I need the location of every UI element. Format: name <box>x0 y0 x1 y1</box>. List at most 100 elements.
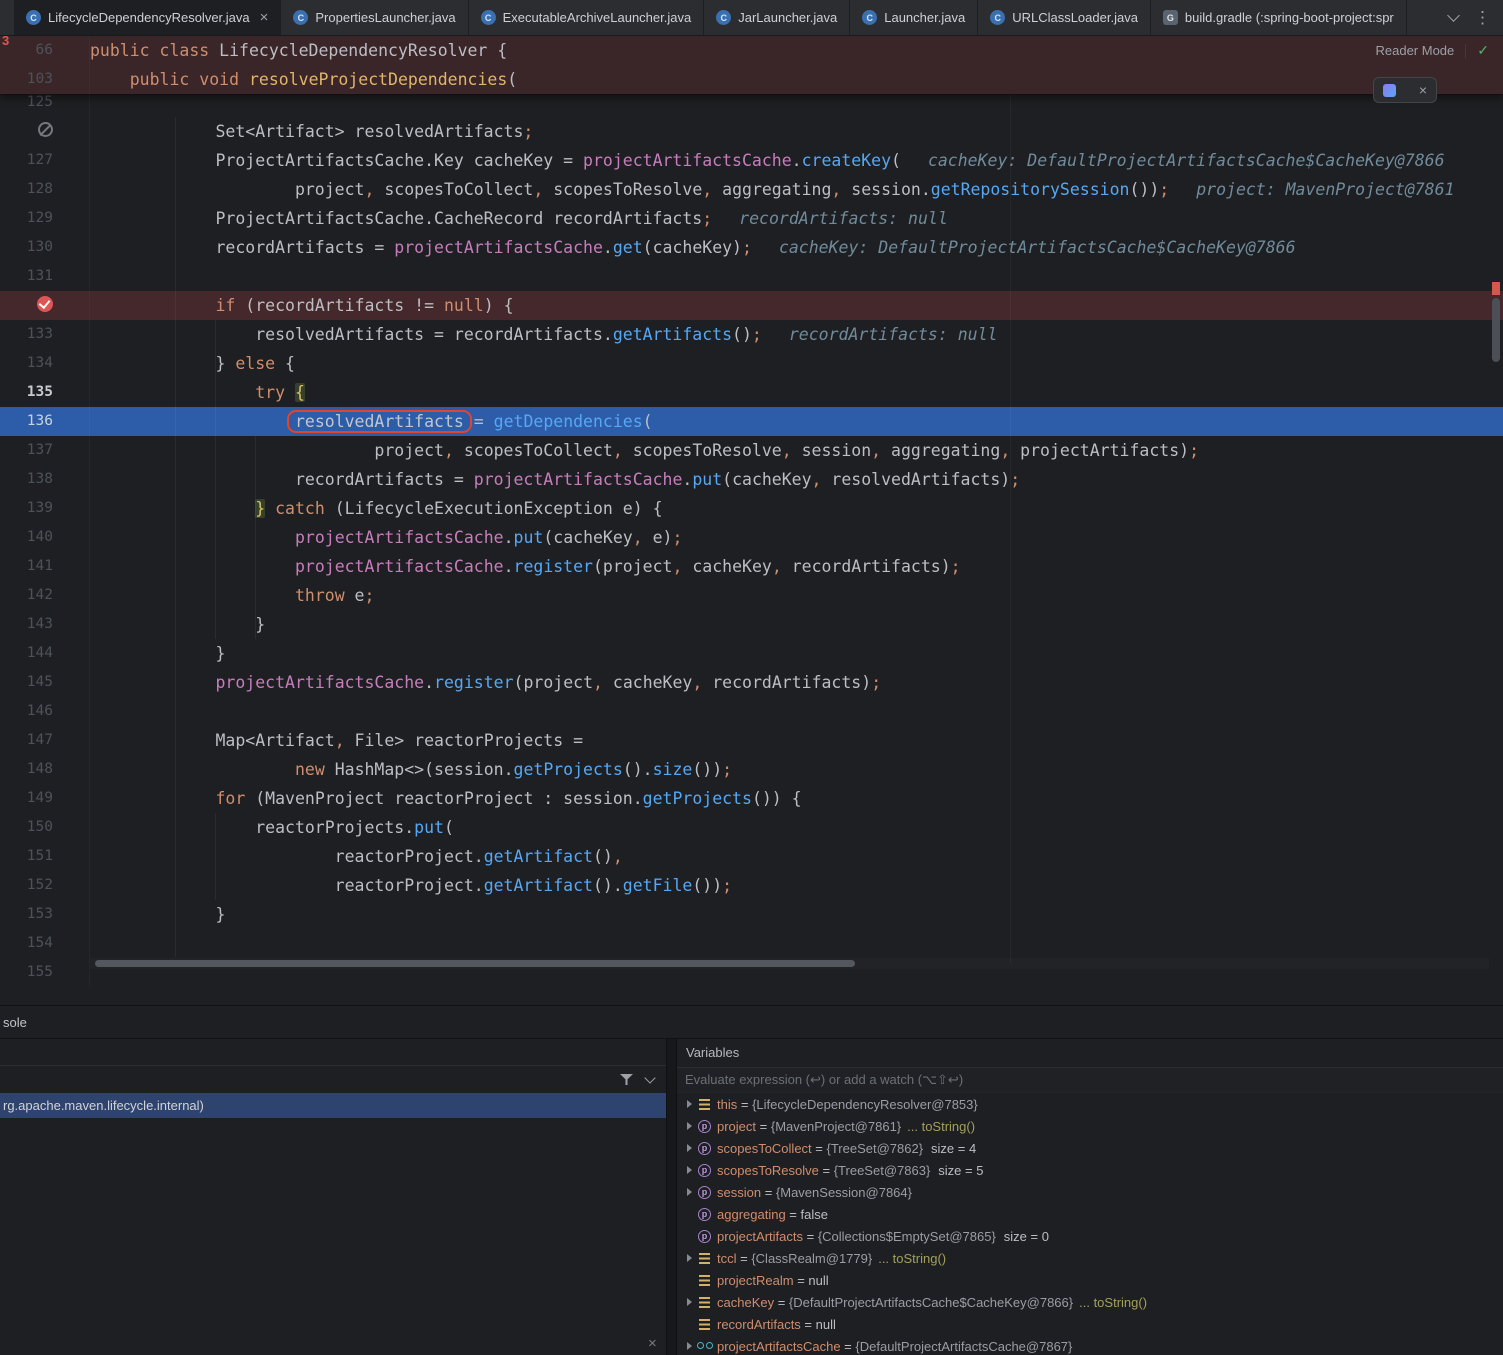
expand-chevron-icon[interactable] <box>682 1342 696 1350</box>
gutter[interactable]: 134 <box>0 349 90 378</box>
line-number[interactable]: 131 <box>27 268 53 284</box>
code-text[interactable]: projectArtifactsCache.put(cacheKey, e); <box>90 523 1503 552</box>
code-text[interactable]: public class LifecycleDependencyResolver… <box>90 36 1503 65</box>
breakpoint-icon[interactable] <box>37 296 53 312</box>
code-line[interactable]: 135 try { <box>0 378 1503 407</box>
code-line[interactable]: 148 new HashMap<>(session.getProjects().… <box>0 755 1503 784</box>
code-line[interactable]: 154 <box>0 929 1503 958</box>
code-text[interactable]: reactorProjects.put( <box>90 813 1503 842</box>
gutter[interactable]: 127 <box>0 146 90 175</box>
editor-tab[interactable]: CPropertiesLauncher.java <box>281 0 468 35</box>
hidden-tabs-chevron-icon[interactable] <box>1447 9 1460 22</box>
code-line[interactable]: 103 public void resolveProjectDependenci… <box>0 65 1503 94</box>
line-number[interactable]: 153 <box>27 906 53 922</box>
code-line[interactable]: 152 reactorProject.getArtifact().getFile… <box>0 871 1503 900</box>
code-line[interactable]: 151 reactorProject.getArtifact(), <box>0 842 1503 871</box>
code-text[interactable]: projectArtifactsCache.register(project, … <box>90 668 1503 697</box>
code-text[interactable]: if (recordArtifacts != null) { <box>90 291 1503 320</box>
code-text[interactable]: recordArtifacts = projectArtifactsCache.… <box>90 233 1503 262</box>
editor-tab[interactable]: CURLClassLoader.java <box>978 0 1151 35</box>
code-text[interactable]: new HashMap<>(session.getProjects().size… <box>90 755 1503 784</box>
gutter[interactable]: 149 <box>0 784 90 813</box>
code-line[interactable]: 149 for (MavenProject reactorProject : s… <box>0 784 1503 813</box>
code-line[interactable]: 127 ProjectArtifactsCache.Key cacheKey =… <box>0 146 1503 175</box>
floating-tool-icon[interactable] <box>1383 84 1396 97</box>
code-line[interactable]: 141 projectArtifactsCache.register(proje… <box>0 552 1503 581</box>
code-line[interactable]: 138 recordArtifacts = projectArtifactsCa… <box>0 465 1503 494</box>
expand-chevron-icon[interactable] <box>682 1166 696 1174</box>
code-line[interactable]: 134 } else { <box>0 349 1503 378</box>
editor-tab[interactable]: CExecutableArchiveLauncher.java <box>469 0 705 35</box>
close-icon[interactable]: × <box>648 1335 657 1352</box>
gutter[interactable]: 103 <box>0 65 90 94</box>
code-line[interactable]: 129 ProjectArtifactsCache.CacheRecord re… <box>0 204 1503 233</box>
gutter[interactable]: 129 <box>0 204 90 233</box>
frame-list-item[interactable]: rg.apache.maven.lifecycle.internal) <box>0 1093 666 1118</box>
tostring-link[interactable]: ... toString() <box>878 1251 946 1266</box>
expand-chevron-icon[interactable] <box>682 1188 696 1196</box>
code-text[interactable]: ProjectArtifactsCache.CacheRecord record… <box>90 204 1503 233</box>
expand-chevron-icon[interactable] <box>682 1254 696 1262</box>
editor-tab[interactable]: CLifecycleDependencyResolver.java× <box>14 0 281 35</box>
evaluate-expression-input[interactable]: Evaluate expression (↩) or add a watch (… <box>677 1067 1503 1093</box>
code-line[interactable]: if (recordArtifacts != null) { <box>0 291 1503 320</box>
code-text[interactable]: try { <box>90 378 1503 407</box>
filter-icon[interactable] <box>620 1073 633 1086</box>
code-line[interactable]: 137 project, scopesToCollect, scopesToRe… <box>0 436 1503 465</box>
code-line[interactable]: 130 recordArtifacts = projectArtifactsCa… <box>0 233 1503 262</box>
code-text[interactable]: recordArtifacts = projectArtifactsCache.… <box>90 465 1503 494</box>
code-line[interactable]: 140 projectArtifactsCache.put(cacheKey, … <box>0 523 1503 552</box>
more-options-icon[interactable]: ⋮ <box>1474 9 1491 26</box>
line-number[interactable]: 144 <box>27 645 53 661</box>
line-number[interactable]: 154 <box>27 935 53 951</box>
line-number[interactable]: 66 <box>36 42 53 58</box>
code-text[interactable]: resolvedArtifacts = getDependencies( <box>90 407 1503 436</box>
gutter[interactable]: 137 <box>0 436 90 465</box>
gutter[interactable]: 147 <box>0 726 90 755</box>
line-number[interactable]: 139 <box>27 500 53 516</box>
code-text[interactable]: throw e; <box>90 581 1503 610</box>
close-icon[interactable]: × <box>1419 82 1427 98</box>
variable-row[interactable]: pprojectArtifacts = {Collections$EmptySe… <box>677 1225 1503 1247</box>
error-stripe-mark[interactable] <box>1492 282 1500 295</box>
gutter[interactable]: 138 <box>0 465 90 494</box>
code-line[interactable]: 150 reactorProjects.put( <box>0 813 1503 842</box>
console-tab[interactable]: sole <box>3 1015 27 1030</box>
code-text[interactable] <box>90 929 1503 958</box>
code-text[interactable]: reactorProject.getArtifact().getFile()); <box>90 871 1503 900</box>
code-text[interactable]: Set<Artifact> resolvedArtifacts; <box>90 117 1503 146</box>
code-text[interactable]: ProjectArtifactsCache.Key cacheKey = pro… <box>90 146 1503 175</box>
line-number[interactable]: 127 <box>27 152 53 168</box>
code-text[interactable]: } <box>90 900 1503 929</box>
gutter[interactable]: 144 <box>0 639 90 668</box>
expand-chevron-icon[interactable] <box>682 1144 696 1152</box>
expand-chevron-icon[interactable] <box>682 1298 696 1306</box>
line-number[interactable]: 148 <box>27 761 53 777</box>
variable-row[interactable]: psession = {MavenSession@7864} <box>677 1181 1503 1203</box>
code-line[interactable]: Set<Artifact> resolvedArtifacts; <box>0 117 1503 146</box>
code-line[interactable]: 139 } catch (LifecycleExecutionException… <box>0 494 1503 523</box>
code-line[interactable]: 66 public class LifecycleDependencyResolv… <box>0 36 1503 65</box>
variable-row[interactable]: projectRealm = null <box>677 1269 1503 1291</box>
expand-chevron-icon[interactable] <box>682 1122 696 1130</box>
gutter[interactable]: 154 <box>0 929 90 958</box>
line-number[interactable]: 142 <box>27 587 53 603</box>
code-line[interactable]: 147 Map<Artifact, File> reactorProjects … <box>0 726 1503 755</box>
gutter[interactable]: 145 <box>0 668 90 697</box>
reader-mode-button[interactable]: Reader Mode <box>1375 43 1454 58</box>
line-number[interactable]: 141 <box>27 558 53 574</box>
line-number[interactable]: 133 <box>27 326 53 342</box>
gutter[interactable]: 143 <box>0 610 90 639</box>
variable-row[interactable]: pscopesToResolve = {TreeSet@7863}size = … <box>677 1159 1503 1181</box>
code-line[interactable]: 143 } <box>0 610 1503 639</box>
vertical-scrollbar[interactable] <box>1491 36 1501 1005</box>
code-text[interactable]: reactorProject.getArtifact(), <box>90 842 1503 871</box>
line-number[interactable]: 140 <box>27 529 53 545</box>
gutter[interactable]: 139 <box>0 494 90 523</box>
close-tab-icon[interactable]: × <box>260 9 269 26</box>
line-number[interactable]: 103 <box>27 71 53 87</box>
line-number[interactable]: 151 <box>27 848 53 864</box>
gutter[interactable]: 135 <box>0 378 90 407</box>
line-number[interactable]: 152 <box>27 877 53 893</box>
code-text[interactable]: for (MavenProject reactorProject : sessi… <box>90 784 1503 813</box>
